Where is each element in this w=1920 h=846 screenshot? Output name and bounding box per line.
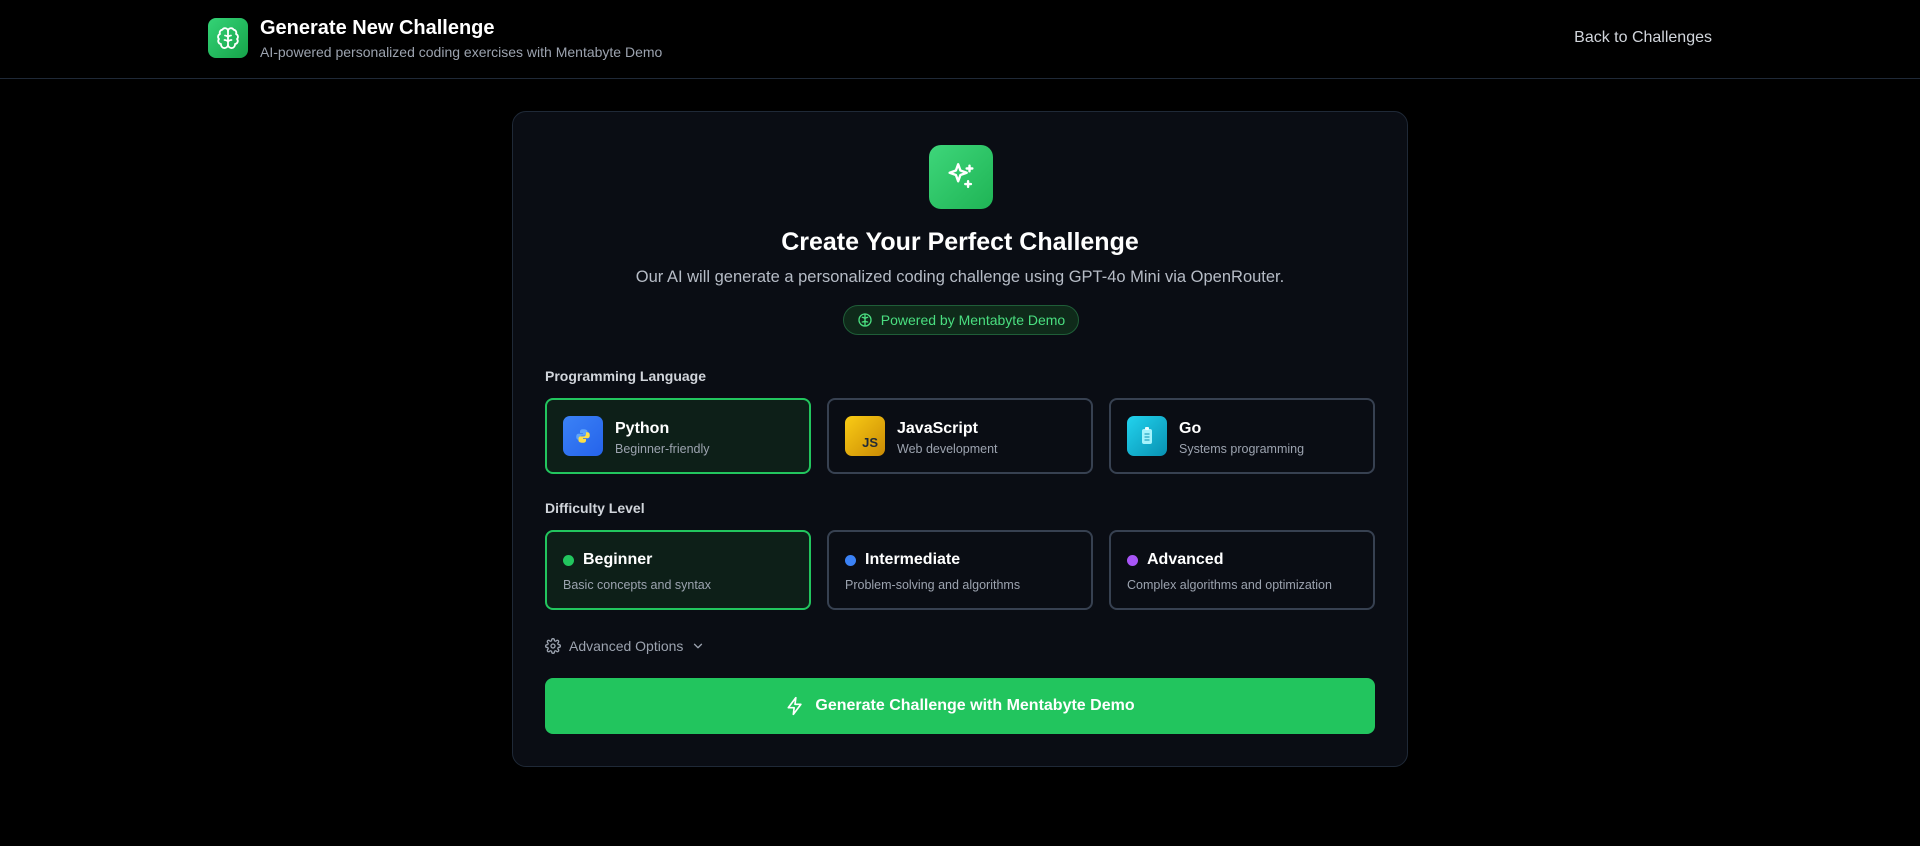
brain-icon bbox=[208, 18, 248, 58]
difficulty-name: Advanced bbox=[1147, 551, 1224, 568]
back-to-challenges-link[interactable]: Back to Challenges bbox=[1574, 29, 1712, 47]
hero-title: Create Your Perfect Challenge bbox=[781, 228, 1139, 256]
difficulty-dot bbox=[845, 555, 856, 566]
language-option-python[interactable]: Python Beginner-friendly bbox=[545, 398, 811, 474]
difficulty-dot bbox=[563, 555, 574, 566]
powered-by-badge: Powered by Mentabyte Demo bbox=[843, 305, 1079, 335]
page-subtitle: AI-powered personalized coding exercises… bbox=[260, 44, 663, 60]
difficulty-desc: Problem-solving and algorithms bbox=[845, 578, 1021, 592]
python-icon bbox=[563, 416, 603, 456]
language-name: Python bbox=[615, 420, 670, 437]
page-title: Generate New Challenge bbox=[260, 17, 495, 39]
language-name: Go bbox=[1179, 420, 1202, 437]
difficulty-option-advanced[interactable]: Advanced Complex algorithms and optimiza… bbox=[1109, 530, 1375, 610]
difficulty-desc: Basic concepts and syntax bbox=[563, 578, 711, 592]
go-icon bbox=[1127, 416, 1167, 456]
difficulty-option-beginner[interactable]: Beginner Basic concepts and syntax bbox=[545, 530, 811, 610]
challenge-form-card: Create Your Perfect Challenge Our AI wil… bbox=[512, 111, 1408, 767]
language-desc: Beginner-friendly bbox=[615, 442, 710, 456]
top-bar: Generate New Challenge AI-powered person… bbox=[0, 0, 1920, 79]
brain-icon bbox=[857, 312, 873, 328]
difficulty-desc: Complex algorithms and optimization bbox=[1127, 578, 1332, 592]
difficulty-option-intermediate[interactable]: Intermediate Problem-solving and algorit… bbox=[827, 530, 1093, 610]
language-name: JavaScript bbox=[897, 420, 978, 437]
chevron-down-icon bbox=[691, 639, 705, 653]
language-desc: Web development bbox=[897, 442, 998, 456]
sparkles-icon bbox=[929, 145, 993, 209]
badge-label: Powered by Mentabyte Demo bbox=[880, 312, 1066, 328]
generate-challenge-button[interactable]: Generate Challenge with Mentabyte Demo bbox=[545, 678, 1375, 734]
language-desc: Systems programming bbox=[1179, 442, 1305, 456]
hero-subtitle: Our AI will generate a personalized codi… bbox=[635, 268, 1285, 286]
difficulty-section-label: Difficulty Level bbox=[545, 500, 645, 516]
advanced-options-label: Advanced Options bbox=[569, 638, 684, 654]
gear-icon bbox=[545, 638, 561, 654]
difficulty-dot bbox=[1127, 555, 1138, 566]
advanced-options-toggle[interactable]: Advanced Options bbox=[545, 636, 705, 656]
language-option-go[interactable]: Go Systems programming bbox=[1109, 398, 1375, 474]
difficulty-name: Intermediate bbox=[865, 551, 961, 568]
language-option-javascript[interactable]: JS JavaScript Web development bbox=[827, 398, 1093, 474]
javascript-icon: JS bbox=[845, 416, 885, 456]
language-section-label: Programming Language bbox=[545, 368, 707, 384]
difficulty-name: Beginner bbox=[583, 551, 653, 568]
lightning-icon bbox=[785, 696, 805, 716]
generate-button-label: Generate Challenge with Mentabyte Demo bbox=[815, 697, 1135, 714]
